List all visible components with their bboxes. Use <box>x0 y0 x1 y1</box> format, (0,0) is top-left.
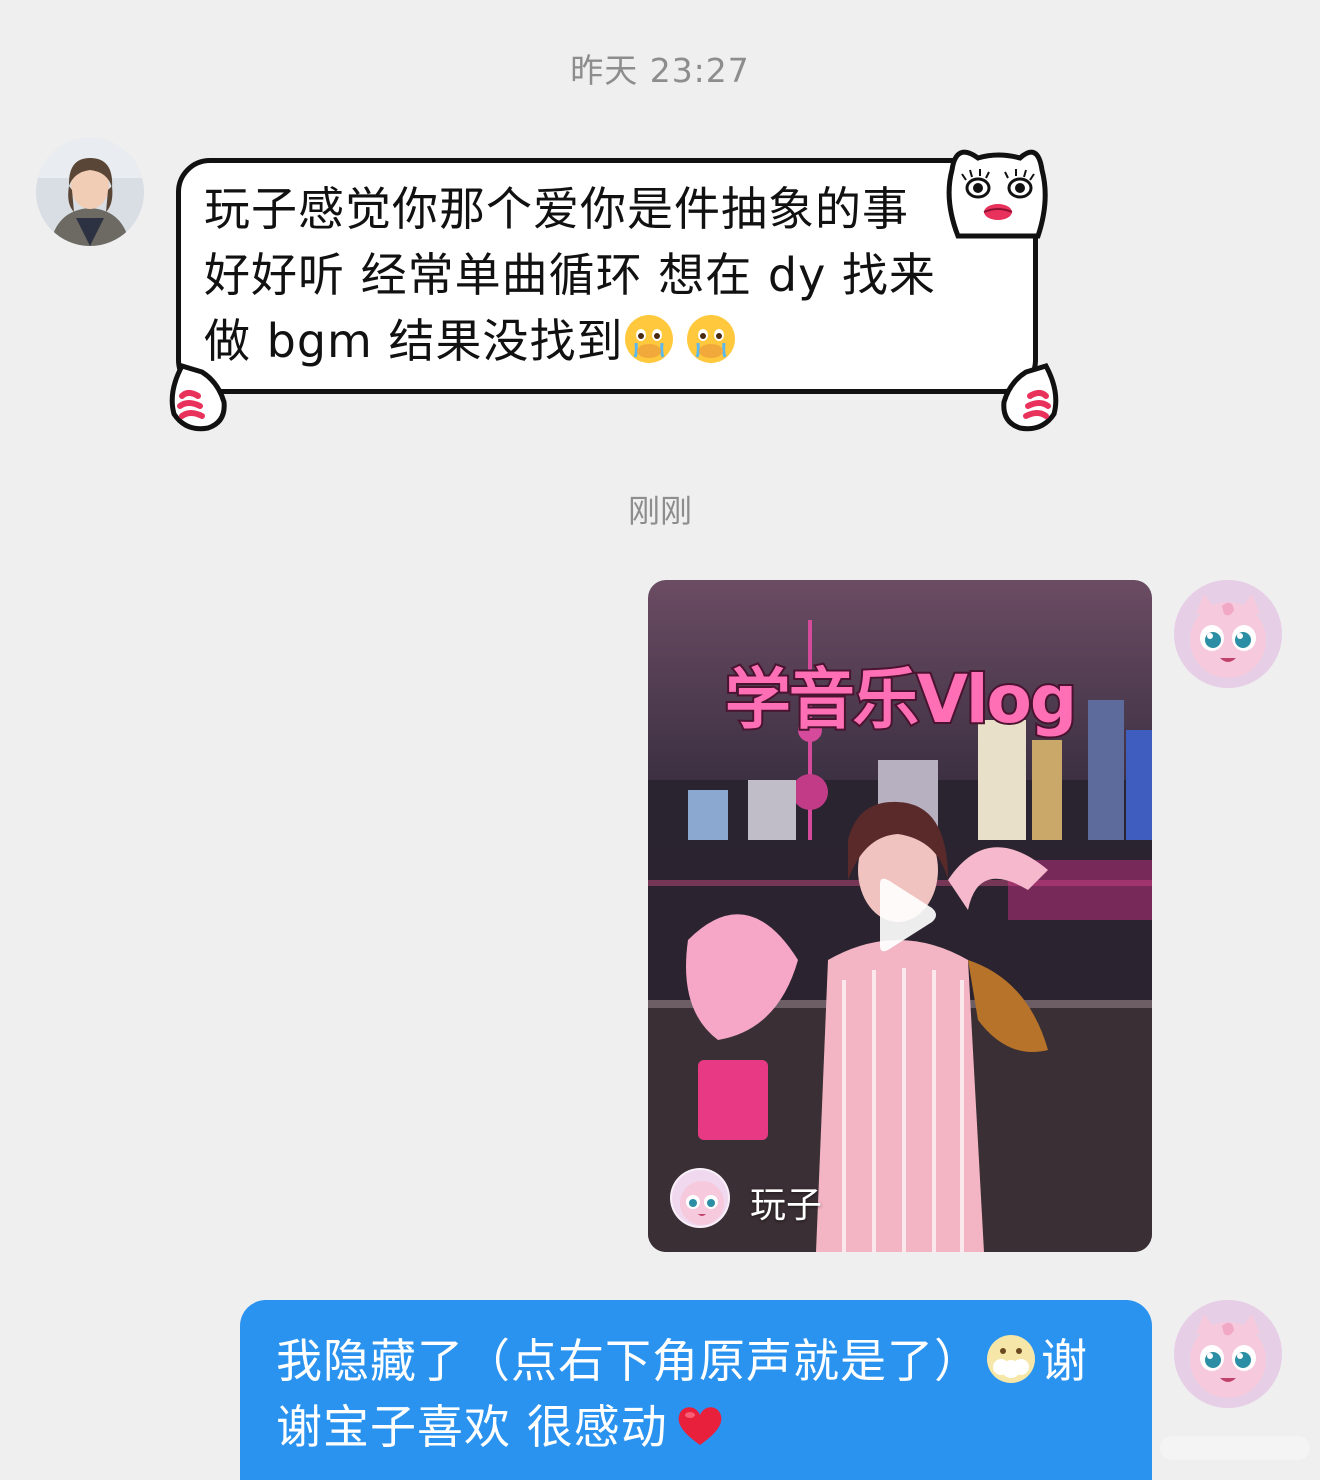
outgoing-message-bubble[interactable]: 我隐藏了（点右下角原声就是了） 谢 谢宝子喜欢 很感动 <box>240 1300 1152 1480</box>
incoming-line-3: 做 bgm 结果没找到 <box>204 308 984 374</box>
jigglypuff-avatar-icon <box>1174 580 1282 688</box>
video-share-card[interactable]: 学音乐Vlog 玩子 <box>648 580 1152 1252</box>
incoming-line-2: 好好听 经常单曲循环 想在 dy 找来 <box>204 248 936 302</box>
crying-face-holding-back-tears-icon <box>625 315 674 363</box>
my-avatar[interactable] <box>1174 1300 1282 1408</box>
timestamp-yesterday: 昨天 23:27 <box>570 51 750 90</box>
my-avatar[interactable] <box>1174 580 1282 688</box>
outgoing-line-1-prefix: 我隐藏了（点右下角原声就是了） <box>276 1334 981 1388</box>
paw-right-decoration-icon <box>1001 363 1059 432</box>
incoming-line-1: 玩子感觉你那个爱你是件抽象的事 <box>204 182 909 236</box>
sender-photo-icon <box>36 138 144 246</box>
video-title: 学音乐Vlog <box>723 659 1079 740</box>
play-icon[interactable] <box>870 876 938 954</box>
outgoing-line-2: 谢宝子喜欢 很感动 <box>276 1394 1136 1460</box>
timestamp-just-now: 刚刚 <box>627 492 692 530</box>
outgoing-line-1-suffix: 谢 <box>1041 1334 1088 1388</box>
crying-face-holding-back-tears-icon <box>687 315 736 363</box>
video-author-avatar <box>670 1168 730 1228</box>
outgoing-message-text: 我隐藏了（点右下角原声就是了） 谢 谢宝子喜欢 很感动 <box>276 1328 1136 1460</box>
video-author-name: 玩子 <box>750 1185 823 1226</box>
outgoing-line-2-text: 谢宝子喜欢 很感动 <box>276 1400 668 1454</box>
incoming-message-bubble[interactable]: 玩子感觉你那个爱你是件抽象的事 好好听 经常单曲循环 想在 dy 找来 做 bg… <box>168 140 1059 440</box>
jigglypuff-avatar-icon <box>1174 1300 1282 1408</box>
sender-avatar[interactable] <box>36 138 144 246</box>
watermark-icon <box>1160 1436 1310 1460</box>
incoming-message-text: 玩子感觉你那个爱你是件抽象的事 好好听 经常单曲循环 想在 dy 找来 做 bg… <box>204 176 984 374</box>
incoming-line-3-text: 做 bgm 结果没找到 <box>204 314 624 368</box>
red-heart-icon <box>678 1407 722 1445</box>
outgoing-line-1: 我隐藏了（点右下角原声就是了） 谢 <box>276 1328 1136 1394</box>
face-with-open-mouth-foam-icon <box>987 1335 1035 1383</box>
